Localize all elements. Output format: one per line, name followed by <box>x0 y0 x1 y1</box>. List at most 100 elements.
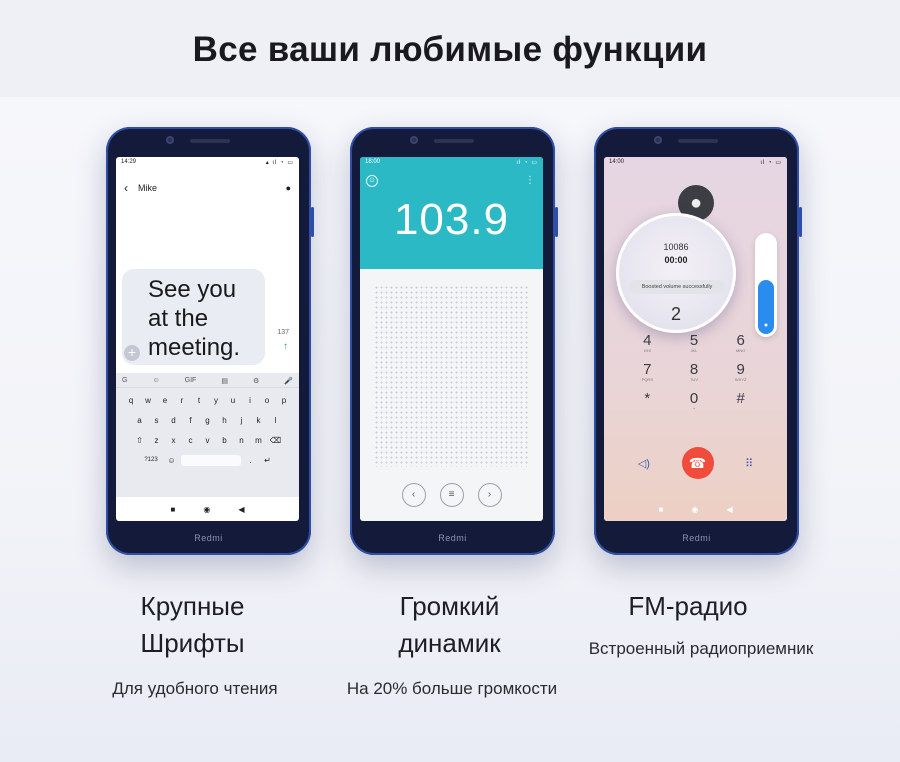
key[interactable]: j <box>234 413 249 428</box>
key[interactable]: a <box>132 413 147 428</box>
add-attachment-icon[interactable]: + <box>124 345 140 361</box>
feature-subtitle: Встроенный радиоприемник <box>588 639 814 658</box>
space-key[interactable] <box>181 455 241 466</box>
feature-title: FM-радио <box>588 588 788 625</box>
emoji-key[interactable]: ☺ <box>164 453 179 468</box>
period-key[interactable]: . <box>243 453 258 468</box>
key[interactable]: n <box>234 433 249 448</box>
dialpad-key[interactable]: 6 MNO <box>717 333 764 354</box>
key[interactable]: r <box>175 393 190 408</box>
dialpad-key[interactable]: 0 + <box>671 391 718 412</box>
magnifier-lens: 10086 00:00 Boosted volume successfully … <box>616 213 736 333</box>
camera-icon <box>410 136 418 144</box>
key[interactable]: f <box>183 413 198 428</box>
more-menu-icon[interactable]: ⋮ <box>525 175 535 186</box>
message-bubble: See you at the meeting. <box>122 269 265 365</box>
keyboard-toolbar-icon[interactable]: ⚙ <box>253 377 259 385</box>
power-icon[interactable]: ⏻ <box>366 175 378 187</box>
dialpad-letters: + <box>692 406 696 411</box>
key[interactable]: t <box>192 393 207 408</box>
dialpad-digit: 8 <box>689 361 699 378</box>
dialpad-key[interactable]: 9 WXYZ <box>717 362 764 383</box>
dialpad-key[interactable]: * <box>624 391 671 412</box>
previous-station-button[interactable]: ‹ <box>401 483 426 507</box>
dialpad-key[interactable]: 7 PQRS <box>624 362 671 383</box>
message-line: at the <box>148 305 209 332</box>
dialpad-grid-icon[interactable]: ⠿ <box>745 457 753 470</box>
key[interactable]: w <box>141 393 156 408</box>
radio-frequency: 103.9 <box>393 195 510 244</box>
keyboard-toolbar-icon[interactable]: GIF <box>185 377 197 384</box>
key[interactable]: b <box>217 433 232 448</box>
person-icon[interactable]: ● <box>286 183 291 193</box>
recent-apps-icon[interactable]: ■ <box>659 505 664 514</box>
status-icons: ıl ◔ ▭ <box>516 160 538 166</box>
key[interactable]: m <box>251 433 266 448</box>
earpiece <box>190 139 230 143</box>
key[interactable]: o <box>260 393 275 408</box>
key[interactable]: ⇧ <box>132 433 147 448</box>
status-bar: 18:00 ıl ◔ ▭ <box>360 157 543 168</box>
home-icon[interactable]: ◉ <box>203 505 210 514</box>
key[interactable]: z <box>149 433 164 448</box>
keyboard-toolbar-icon[interactable]: 🎤 <box>284 377 293 385</box>
key[interactable]: p <box>277 393 292 408</box>
dialpad-digit: 9 <box>736 361 745 378</box>
char-counter: 137 <box>277 329 289 336</box>
feature-title-line: динамик <box>398 628 501 658</box>
dialpad-letters: MNO <box>735 348 746 353</box>
station-list-button[interactable]: ≡ <box>439 483 464 507</box>
key[interactable]: ⌫ <box>268 433 283 448</box>
key[interactable]: u <box>226 393 241 408</box>
key[interactable]: l <box>268 413 283 428</box>
keyboard-toolbar-icon[interactable]: ☺ <box>152 377 159 384</box>
feature-title-line: FM-радио <box>628 591 748 621</box>
back-arrow-icon[interactable]: ‹ <box>124 181 128 195</box>
dialpad-key[interactable]: 8 TUV <box>671 362 718 383</box>
conversation-header: ‹ Mike ● <box>116 175 299 201</box>
nav-bar: ■ ◉ ◀ <box>116 497 299 521</box>
next-station-button[interactable]: › <box>477 483 502 507</box>
radio-screen: 18:00 ıl ◔ ▭ ⏻ ⋮ 103.9 ‹ ≡ › <box>360 157 543 521</box>
key[interactable]: s <box>149 413 164 428</box>
key[interactable]: c <box>183 433 198 448</box>
volume-button <box>555 207 558 237</box>
enter-key[interactable]: ↵ <box>260 453 275 468</box>
key[interactable]: g <box>200 413 215 428</box>
status-time: 14:29 <box>121 159 137 165</box>
volume-button <box>799 207 802 237</box>
key[interactable]: x <box>166 433 181 448</box>
status-bar: 14:00 ıl ◔ ▭ <box>604 157 787 168</box>
keyboard-toolbar-icon[interactable]: ▤ <box>221 377 228 385</box>
key[interactable]: i <box>243 393 258 408</box>
dialpad-digit: 7 <box>643 361 652 378</box>
keyboard-toolbar-icon[interactable]: G <box>122 377 127 384</box>
hang-up-button[interactable]: ☎ <box>681 447 714 479</box>
earpiece <box>678 139 718 143</box>
keyboard: G ☺ GIF ▤ ⚙ 🎤 qwertyuiop asdfghjkl ⇧ z x c v b n m ⌫ … <box>116 373 299 497</box>
dialpad-digit: * <box>644 390 651 407</box>
speaker-icon[interactable]: ◁) <box>638 457 650 470</box>
symbols-key[interactable]: ?123 <box>140 453 162 468</box>
feature-title-line: Шрифты <box>140 628 245 658</box>
home-icon[interactable]: ◉ <box>691 505 698 514</box>
dialpad-key[interactable]: 5 JKL <box>671 333 718 354</box>
key[interactable]: y <box>209 393 224 408</box>
key[interactable]: v <box>200 433 215 448</box>
key[interactable]: e <box>158 393 173 408</box>
key[interactable]: q <box>124 393 139 408</box>
key[interactable]: h <box>217 413 232 428</box>
dialpad-digit: # <box>736 390 745 407</box>
back-icon[interactable]: ◀ <box>726 505 732 514</box>
key[interactable]: k <box>251 413 266 428</box>
send-arrow-icon[interactable]: ↑ <box>283 341 288 352</box>
dialpad: 4 GHI 5 JKL 6 MNO 7 PQRS 8 TUV 9 WXYZ * 0 + # <box>624 333 764 412</box>
dialpad-key[interactable]: # <box>717 391 764 412</box>
dialpad-letters: GHI <box>643 348 651 353</box>
key[interactable]: d <box>166 413 181 428</box>
volume-slider[interactable]: ● <box>755 233 777 337</box>
dialpad-key[interactable]: 4 GHI <box>624 333 671 354</box>
back-icon[interactable]: ◀ <box>238 505 244 514</box>
recent-apps-icon[interactable]: ■ <box>171 505 176 514</box>
tuning-dial[interactable] <box>374 285 529 467</box>
